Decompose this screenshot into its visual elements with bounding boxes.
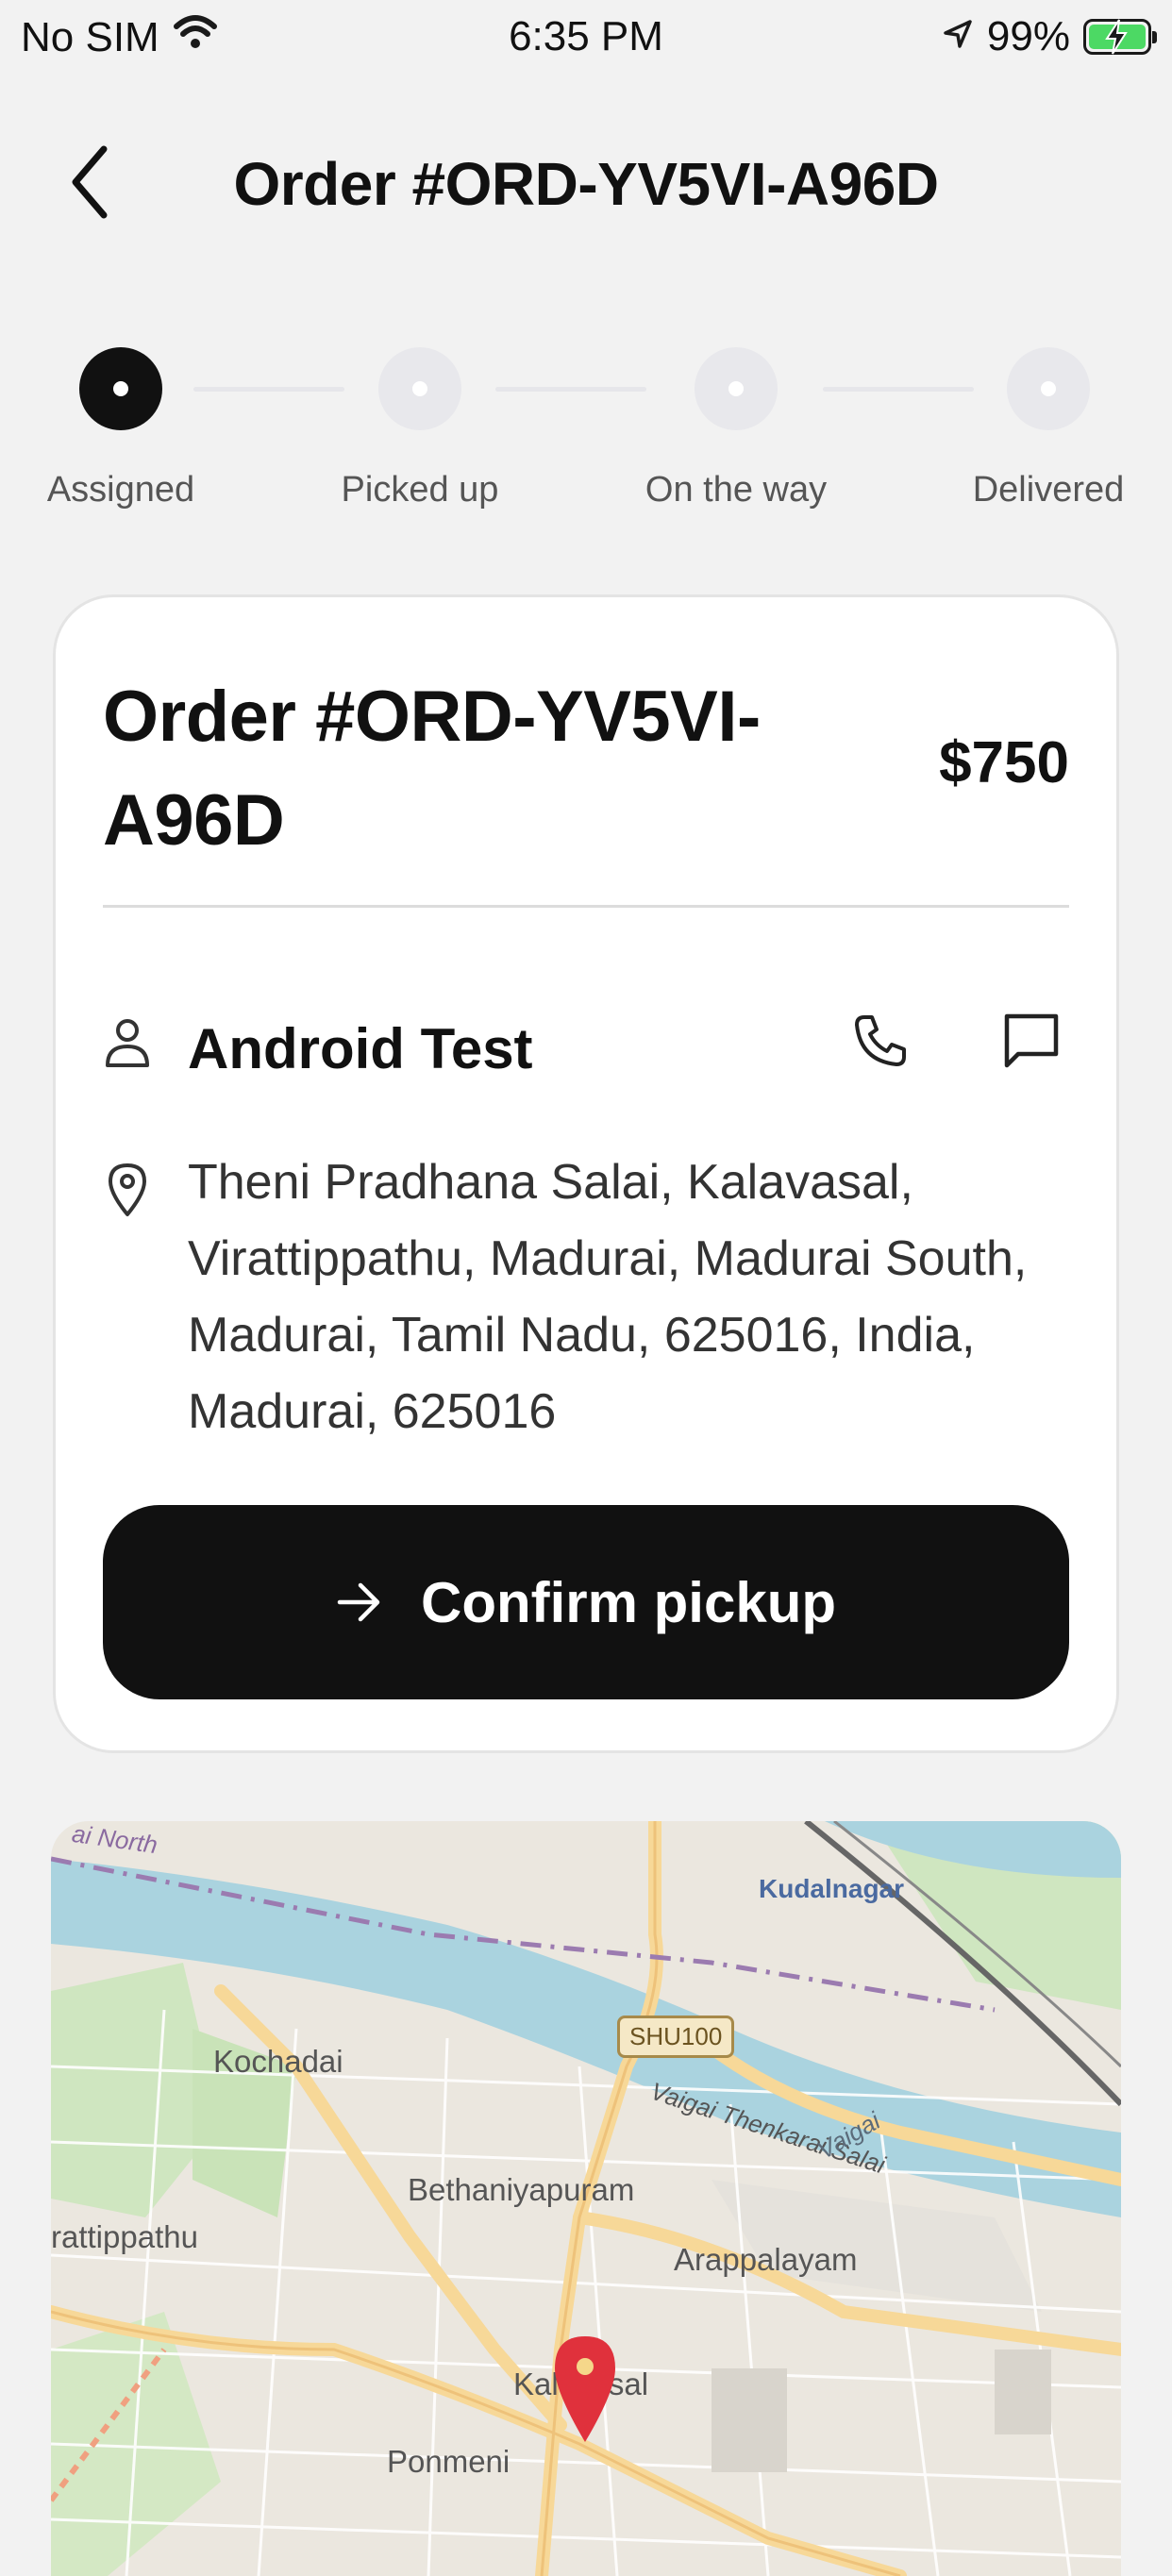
call-button[interactable] <box>843 1003 918 1079</box>
person-icon <box>103 1016 152 1074</box>
delivery-address: Theni Pradhana Salai, Kalavasal, Viratti… <box>188 1155 1028 1439</box>
top-nav: Order #ORD-YV5VI-A96D <box>0 123 1172 245</box>
customer-name: Android Test <box>188 1017 533 1080</box>
arrow-right-icon <box>337 1582 380 1622</box>
map-label-arappalayam: Arappalayam <box>674 2242 858 2277</box>
customer-row: Android Test <box>103 994 1069 1088</box>
status-right: 99% <box>942 13 1157 60</box>
confirm-pickup-label: Confirm pickup <box>420 1570 836 1634</box>
step-delivered-dot <box>1007 347 1090 430</box>
chat-icon <box>1004 1013 1059 1068</box>
step-assigned-dot <box>79 347 162 430</box>
step-picked-up-label: Picked up <box>341 470 499 510</box>
step-picked-up-dot <box>378 347 461 430</box>
phone-icon <box>855 1015 906 1066</box>
step-connector <box>495 387 646 392</box>
step-assigned-label: Assigned <box>46 470 195 510</box>
step-connector <box>193 387 344 392</box>
battery-percent: 99% <box>986 13 1070 59</box>
divider <box>103 905 1069 908</box>
confirm-pickup-button[interactable]: Confirm pickup <box>103 1505 1069 1699</box>
order-title: Order #ORD-YV5VI-A96D <box>103 677 761 861</box>
battery-icon <box>1083 19 1157 55</box>
order-card: Order #ORD-YV5VI-A96D $750 Android Test <box>53 594 1119 1753</box>
map-label-virattippathu: rattippathu <box>51 2219 198 2254</box>
step-on-the-way-dot <box>695 347 778 430</box>
step-on-the-way-label: On the way <box>645 470 828 510</box>
status-bar: No SIM 6:35 PM 99% <box>0 0 1172 79</box>
map-label-kudalnagar: Kudalnagar <box>759 1874 905 1903</box>
step-delivered-label: Delivered <box>972 470 1125 510</box>
map-label-ponmeni: Ponmeni <box>387 2444 511 2479</box>
delivery-map[interactable]: Kudalnagar Kochadai Bethaniyapuram Arapp… <box>51 1821 1121 2576</box>
message-button[interactable] <box>994 1003 1069 1079</box>
order-price: $750 <box>939 730 1069 795</box>
map-label-kochadai: Kochadai <box>213 2044 343 2079</box>
step-connector <box>823 387 974 392</box>
page-title: Order #ORD-YV5VI-A96D <box>233 150 939 218</box>
location-pin-icon <box>107 1162 148 1223</box>
location-arrow-icon <box>942 13 974 60</box>
map-location-pin-icon[interactable] <box>551 2333 619 2446</box>
order-progress-stepper: Assigned Picked up On the way Delivered <box>0 347 1172 527</box>
road-shield: SHU100 <box>617 2016 735 2058</box>
map-label-bethaniyapuram: Bethaniyapuram <box>408 2172 635 2207</box>
